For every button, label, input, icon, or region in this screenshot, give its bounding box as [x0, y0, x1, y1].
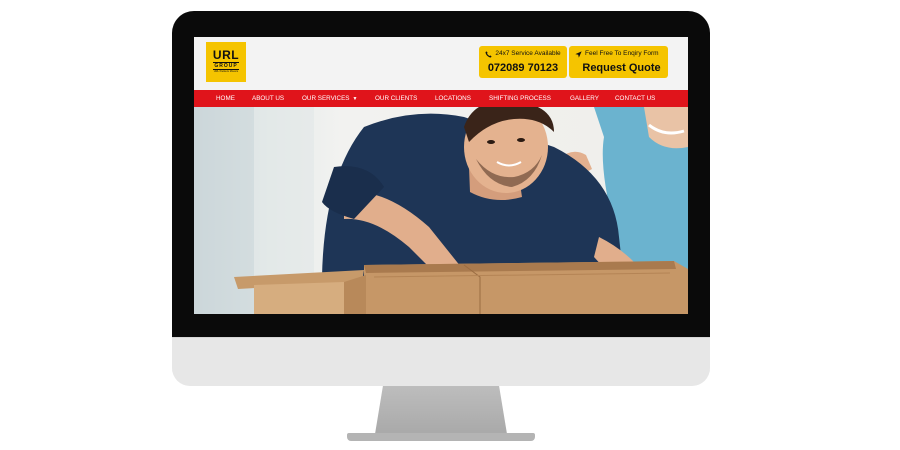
call-now-button[interactable]: 24x7 Service Available 072089 70123	[479, 46, 567, 78]
request-quote-label: Request Quote	[582, 62, 661, 74]
service-availability: 24x7 Service Available	[483, 50, 563, 58]
nav-shifting-process[interactable]: SHIFTING PROCESS	[489, 90, 551, 107]
monitor-chin	[172, 337, 710, 386]
monitor-stand	[375, 386, 507, 434]
main-navigation: HOME ABOUT US OUR SERVICES ▼ OUR CLIENTS …	[194, 90, 688, 107]
enquiry-form-hint: Feel Free To Enqiry Form	[575, 50, 664, 58]
nav-about-us[interactable]: ABOUT US	[252, 90, 284, 107]
phone-number[interactable]: 072089 70123	[479, 61, 567, 75]
nav-our-services[interactable]: OUR SERVICES ▼	[302, 90, 357, 108]
logo-tagline: URL Packers Movers	[213, 70, 239, 73]
website-screen: URL GROUP URL Packers Movers 24x7 Servic…	[194, 37, 688, 314]
nav-locations[interactable]: LOCATIONS	[435, 90, 471, 107]
hero-photo-illustration	[194, 107, 688, 314]
request-quote-button[interactable]: Feel Free To Enqiry Form Request Quote	[569, 46, 668, 78]
nav-home[interactable]: HOME	[216, 90, 235, 107]
nav-our-services-label: OUR SERVICES	[302, 95, 350, 102]
caret-down-icon: ▼	[352, 96, 358, 102]
location-arrow-icon	[575, 50, 582, 58]
monitor-stand-base	[347, 433, 535, 441]
hero-banner	[194, 107, 688, 314]
nav-our-clients[interactable]: OUR CLIENTS	[375, 90, 417, 107]
nav-contact-us[interactable]: CONTACT US	[615, 90, 655, 107]
logo-main-text: URL	[212, 48, 240, 62]
service-label: 24x7 Service Available	[495, 50, 561, 57]
phone-icon	[485, 50, 492, 58]
site-logo[interactable]: URL GROUP URL Packers Movers	[206, 42, 246, 82]
enquiry-form-label: Feel Free To Enqiry Form	[585, 50, 659, 57]
nav-gallery[interactable]: GALLERY	[570, 90, 599, 107]
logo-sub-text: GROUP	[213, 62, 239, 70]
site-header: URL GROUP URL Packers Movers 24x7 Servic…	[194, 37, 688, 90]
